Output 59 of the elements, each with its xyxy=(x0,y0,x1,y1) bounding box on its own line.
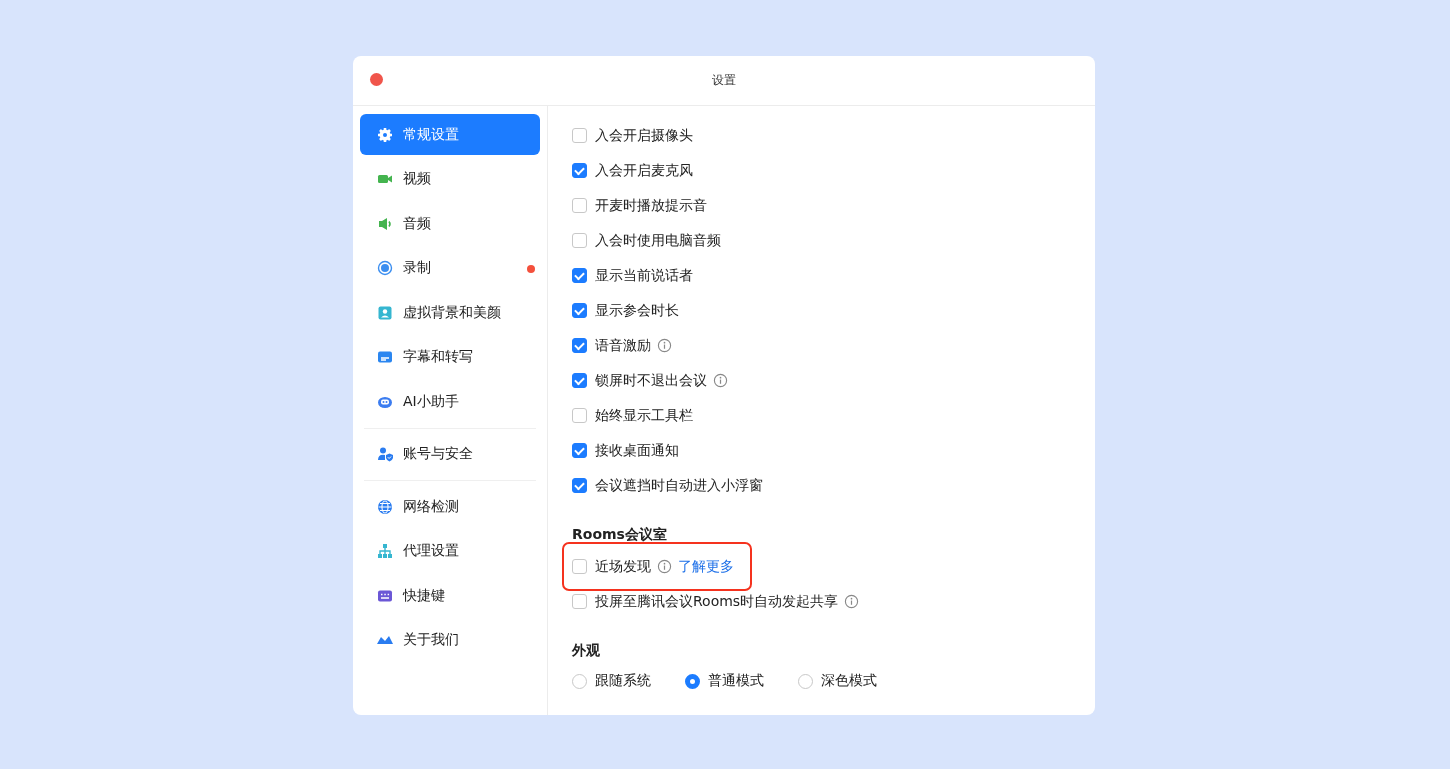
sidebar-item[interactable]: 代理设置 xyxy=(360,530,540,572)
checkbox[interactable] xyxy=(572,559,587,574)
info-icon[interactable] xyxy=(657,559,672,574)
sidebar-item[interactable]: 字幕和转写 xyxy=(360,336,540,378)
checkbox[interactable] xyxy=(572,594,587,609)
speaker-icon xyxy=(377,215,393,232)
globe-icon xyxy=(377,498,393,515)
sidebar-item[interactable]: 快捷键 xyxy=(360,575,540,616)
option-label: 接收桌面通知 xyxy=(595,441,679,460)
radio-button[interactable] xyxy=(685,673,700,689)
info-icon[interactable] xyxy=(657,338,672,353)
sidebar-item[interactable]: 账号与安全 xyxy=(360,433,540,475)
option-label: 投屏至腾讯会议Rooms时自动发起共享 xyxy=(595,592,839,611)
sidebar-item[interactable]: AI小助手 xyxy=(360,381,540,422)
sidebar-item[interactable]: 音频 xyxy=(360,203,540,244)
option-label: 入会时使用电脑音频 xyxy=(595,231,721,250)
checkbox[interactable] xyxy=(572,478,587,493)
checkbox[interactable] xyxy=(572,408,587,423)
option-label: 近场发现 xyxy=(595,557,651,576)
checkbox[interactable] xyxy=(572,233,587,248)
option-label: 跟随系统 xyxy=(595,672,651,690)
checkbox[interactable] xyxy=(572,373,587,388)
sidebar-item[interactable]: 录制 xyxy=(360,247,540,289)
info-icon[interactable] xyxy=(844,594,860,609)
close-button[interactable] xyxy=(370,73,383,86)
subtitles-icon xyxy=(377,349,393,365)
sidebar-item[interactable]: 虚拟背景和美颜 xyxy=(360,292,540,333)
option-label: 入会开启摄像头 xyxy=(595,126,693,145)
section-title: 外观 xyxy=(572,641,601,660)
checkbox[interactable] xyxy=(572,163,587,178)
window-title: 设置 xyxy=(712,72,736,89)
checkbox[interactable] xyxy=(572,198,587,213)
option-label: 深色模式 xyxy=(821,672,877,690)
option-label: 入会开启麦克风 xyxy=(595,161,693,180)
sidebar-item[interactable]: 常规设置 xyxy=(360,114,540,155)
checkbox[interactable] xyxy=(572,128,587,143)
user-shield-icon xyxy=(377,446,393,462)
option-label: 普通模式 xyxy=(708,672,764,690)
checkbox[interactable] xyxy=(572,338,587,353)
info-icon[interactable] xyxy=(713,373,728,388)
checkbox[interactable] xyxy=(572,268,587,283)
portrait-icon xyxy=(377,304,393,321)
sidebar-item[interactable]: 关于我们 xyxy=(360,619,540,661)
option-label: 始终显示工具栏 xyxy=(595,406,693,425)
option-label: 开麦时播放提示音 xyxy=(595,196,707,215)
record-icon xyxy=(377,260,393,276)
option-label: 显示参会时长 xyxy=(595,301,679,320)
option-label: 显示当前说话者 xyxy=(595,266,693,285)
learn-more-link[interactable]: 了解更多 xyxy=(678,557,734,576)
option-label: 语音激励 xyxy=(595,336,651,355)
section-title: Rooms会议室 xyxy=(572,525,668,544)
sidebar-item[interactable]: 网络检测 xyxy=(360,486,540,527)
option-label: 锁屏时不退出会议 xyxy=(595,371,707,390)
checkbox[interactable] xyxy=(572,303,587,318)
checkbox[interactable] xyxy=(572,443,587,458)
gear-icon xyxy=(377,126,393,143)
network-tree-icon xyxy=(377,543,393,559)
sidebar-item[interactable]: 视频 xyxy=(360,158,540,200)
option-label: 会议遮挡时自动进入小浮窗 xyxy=(595,476,763,495)
